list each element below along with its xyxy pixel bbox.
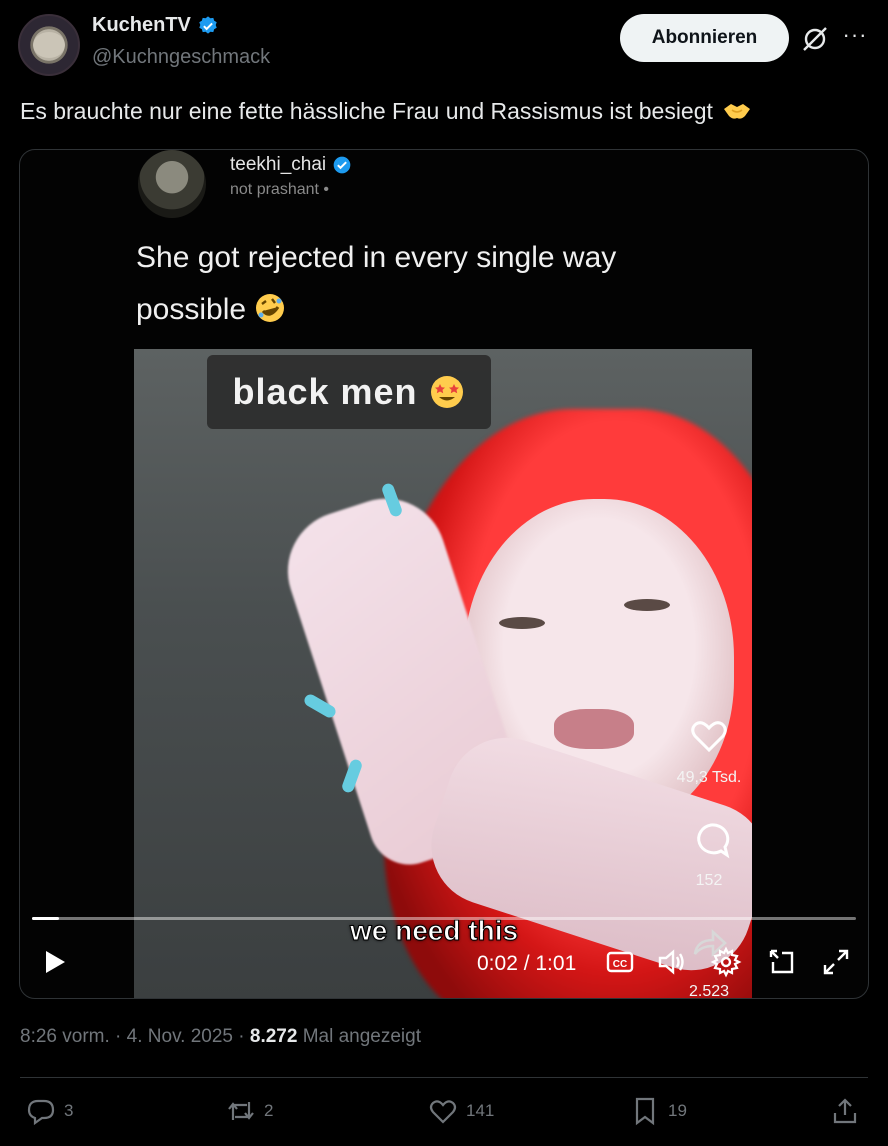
- tweet-text: Es brauchte nur eine fette hässliche Fra…: [20, 98, 751, 125]
- volume-icon[interactable]: [656, 946, 688, 978]
- embedded-username: teekhi_chai: [230, 154, 327, 175]
- video-progress-bar[interactable]: [32, 917, 856, 920]
- embedded-subline: not prashant •: [230, 181, 329, 198]
- rofl-emoji-icon: [256, 294, 285, 322]
- share-button[interactable]: [830, 1096, 860, 1126]
- like-button[interactable]: 141: [428, 1096, 494, 1126]
- video-scene-eye: [499, 617, 545, 629]
- repost-count: 2: [264, 1101, 274, 1120]
- reply-count: 3: [64, 1101, 74, 1120]
- grok-icon[interactable]: [800, 24, 830, 54]
- handshake-emoji-icon: [724, 104, 751, 119]
- video-progress-fill: [32, 917, 60, 920]
- video-caption-text: black men: [232, 371, 418, 412]
- meta-separator: ·: [115, 1026, 127, 1047]
- embedded-post-text: She got rejected in every single way pos…: [136, 232, 696, 336]
- star-struck-emoji-icon: [430, 376, 463, 408]
- comment-icon[interactable]: [691, 820, 731, 860]
- embedded-username-row: teekhi_chai: [230, 154, 352, 176]
- bookmark-count: 19: [668, 1101, 687, 1120]
- author-name[interactable]: KuchenTV: [92, 14, 191, 37]
- bookmark-icon: [635, 1097, 655, 1126]
- like-count: 141: [466, 1101, 495, 1120]
- follow-button[interactable]: Abonnieren: [620, 14, 789, 62]
- settings-gear-icon[interactable]: [710, 946, 742, 978]
- embedded-post-text-content: She got rejected in every single way pos…: [136, 241, 617, 326]
- embedded-shares-count: 2.523: [688, 983, 730, 999]
- embedded-verified-icon: [333, 156, 351, 174]
- divider: [20, 1077, 868, 1078]
- tweet-date[interactable]: 4. Nov. 2025: [127, 1026, 233, 1047]
- views-count: 8.272: [249, 1026, 298, 1047]
- heart-icon[interactable]: [689, 716, 729, 756]
- bookmark-button[interactable]: 19: [630, 1096, 687, 1126]
- play-icon[interactable]: [38, 946, 70, 978]
- fullscreen-icon[interactable]: [820, 946, 852, 978]
- reply-button[interactable]: 3: [26, 1096, 73, 1126]
- tweet-time[interactable]: 8:26 vorm.: [20, 1026, 110, 1047]
- reply-icon: [27, 1099, 55, 1126]
- video-frame[interactable]: black men 49,3 Tsd. 152 2.523 we need th…: [134, 349, 752, 999]
- meta-separator: ·: [238, 1026, 250, 1047]
- closed-captions-icon[interactable]: CC: [604, 946, 636, 978]
- repost-button[interactable]: 2: [226, 1096, 273, 1126]
- embedded-comments-count: 152: [695, 872, 723, 889]
- video-time: 0:02 / 1:01: [477, 952, 577, 975]
- author-avatar[interactable]: [18, 14, 80, 76]
- views-label: Mal angezeigt: [302, 1026, 421, 1047]
- video-scene-mouth: [554, 709, 634, 749]
- svg-text:CC: CC: [613, 959, 627, 970]
- author-handle[interactable]: @Kuchngeschmack: [92, 46, 270, 69]
- more-options-icon[interactable]: ···: [840, 24, 870, 54]
- video-scene-eye: [624, 599, 670, 611]
- verified-badge-icon: [199, 15, 217, 34]
- like-heart-icon: [429, 1100, 457, 1124]
- author-name-row[interactable]: KuchenTV: [92, 14, 219, 37]
- picture-in-picture-icon[interactable]: [766, 946, 798, 978]
- video-caption-box: black men: [207, 355, 491, 429]
- tweet-meta: 8:26 vorm. · 4. Nov. 2025 · 8.272 Mal an…: [20, 1026, 421, 1048]
- repost-icon: [228, 1102, 254, 1120]
- embedded-user-avatar: [138, 150, 206, 218]
- video-media[interactable]: teekhi_chai not prashant • She got rejec…: [19, 149, 869, 999]
- share-upload-icon: [833, 1098, 857, 1124]
- embedded-likes-count: 49,3 Tsd.: [676, 769, 742, 786]
- tweet-header: KuchenTV @Kuchngeschmack Abonnieren ···: [0, 0, 888, 90]
- tweet-text-content: Es brauchte nur eine fette hässliche Fra…: [20, 98, 713, 124]
